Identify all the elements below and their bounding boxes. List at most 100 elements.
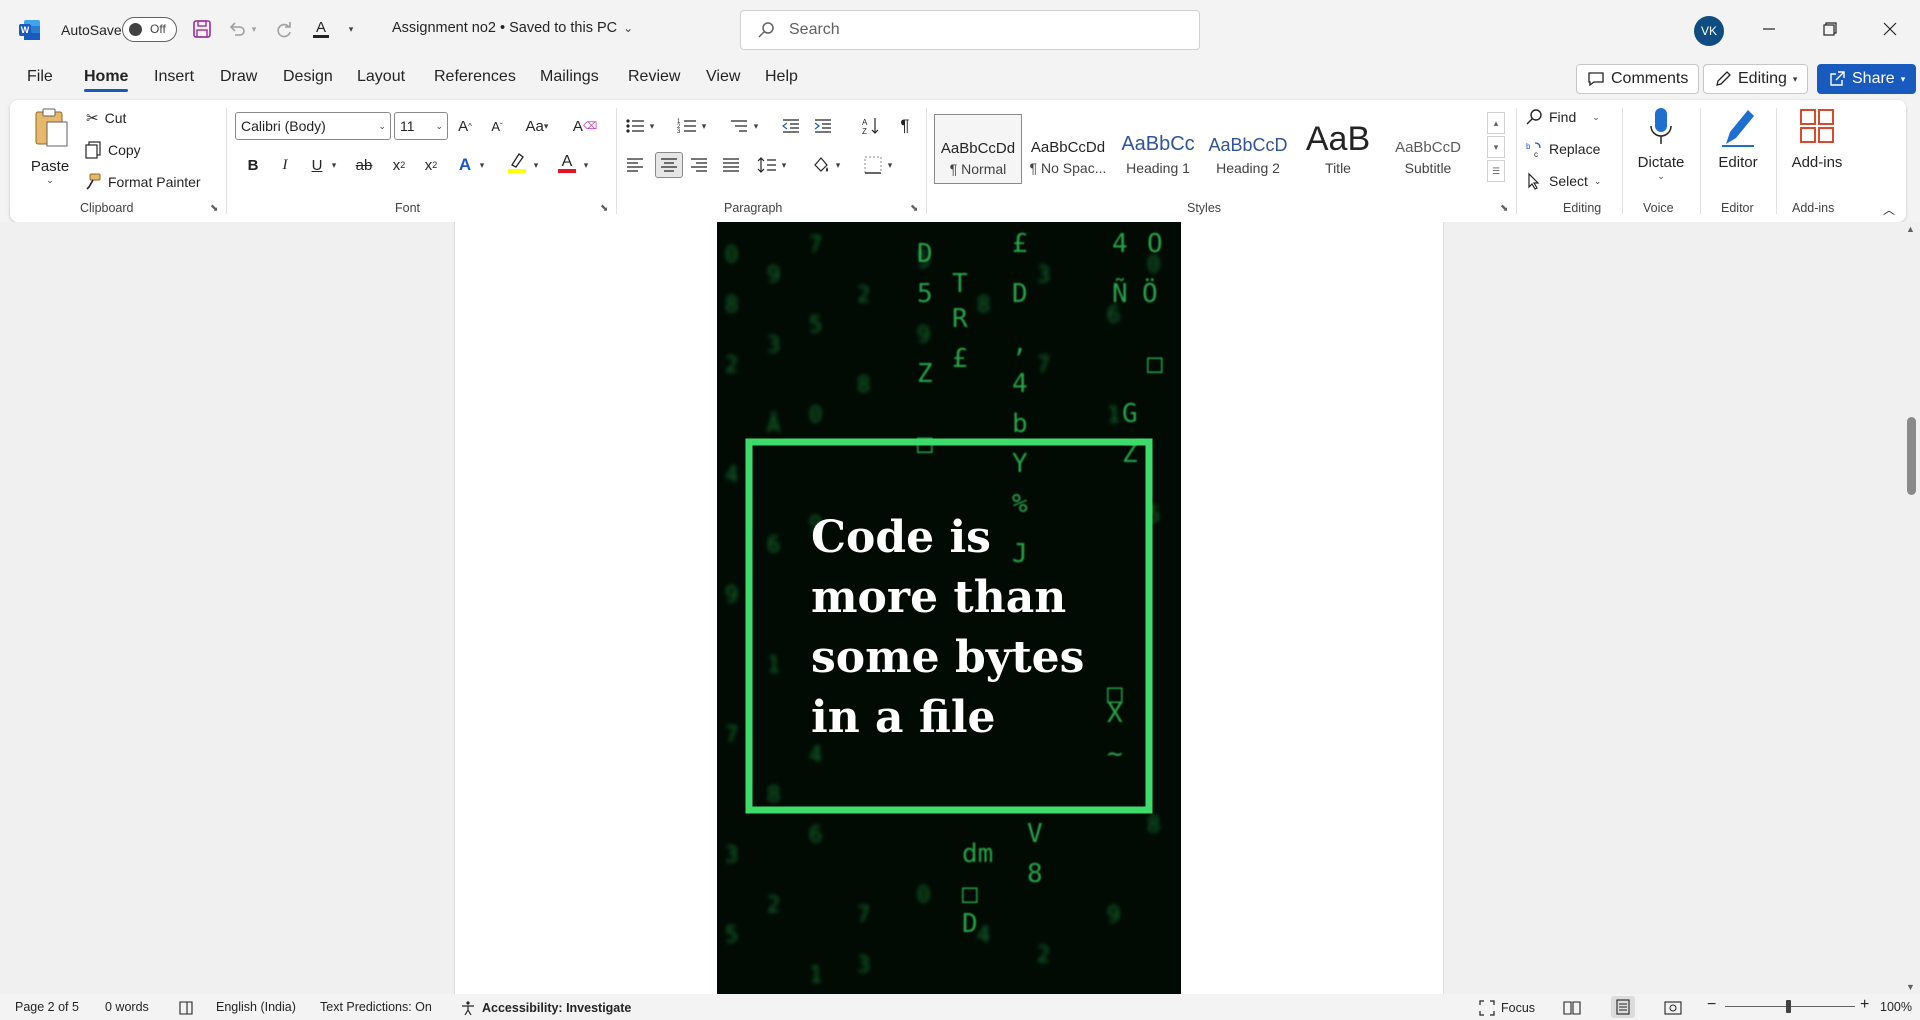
tab-draw[interactable]: Draw [220,68,257,86]
style-subtitle[interactable]: AaBbCcD Subtitle [1384,114,1472,184]
minimize-icon[interactable] [1754,14,1784,44]
numbering-dropdown-icon[interactable]: ▾ [698,115,710,137]
superscript-icon[interactable]: x2 [420,154,442,176]
font-name-combo[interactable]: Calibri (Body) ⌄ [235,112,391,140]
borders-dropdown-icon[interactable]: ▾ [884,154,896,176]
font-size-combo[interactable]: 11 ⌄ [394,112,448,140]
tab-home[interactable]: Home [84,68,129,92]
multilevel-dropdown-icon[interactable]: ▾ [750,115,762,137]
borders-icon[interactable] [862,154,884,176]
zoom-in-icon[interactable]: + [1860,996,1869,1014]
autosave-toggle[interactable]: Off [122,17,177,42]
tab-file[interactable]: File [27,68,53,86]
redo-icon[interactable] [272,17,296,41]
search-input[interactable]: Search [740,10,1200,50]
dialog-launcher-icon[interactable]: ⬊ [600,203,612,215]
find-button[interactable]: Find ⌄ [1525,108,1600,126]
replace-button[interactable]: bc Replace [1525,140,1600,158]
italic-icon[interactable]: I [274,154,296,176]
tab-help[interactable]: Help [765,68,798,86]
avatar[interactable]: VK [1694,16,1724,46]
code-poster-image[interactable]: 0 8 2 4 9 7 3 5 9 3 Ä 6 1 8 2 7 5 0 9 4 6 1 2 8 7 3 5 9 0 8 4 3 7 2… [717,222,1181,994]
print-layout-icon[interactable] [1611,996,1635,1018]
line-spacing-dropdown-icon[interactable]: ▾ [778,154,790,176]
underline-icon[interactable]: U [306,154,328,176]
styles-more-icon[interactable]: ☰ [1487,160,1505,182]
cut-button[interactable]: ✂ Cut [86,109,126,127]
undo-icon[interactable] [225,17,249,41]
align-center-icon[interactable] [655,152,683,178]
tab-mailings[interactable]: Mailings [540,68,599,86]
comments-button[interactable]: Comments [1576,64,1700,94]
justify-icon[interactable] [720,154,742,176]
copy-button[interactable]: Copy [84,141,141,159]
change-case-icon[interactable]: Aa ▾ [520,115,554,137]
word-count[interactable]: 0 words [105,1000,149,1014]
save-icon[interactable] [190,17,214,41]
style-heading-1[interactable]: AaBbCc Heading 1 [1114,114,1202,184]
font-color-icon[interactable]: A [556,152,578,174]
style-no-spacing[interactable]: AaBbCcDd ¶ No Spac... [1024,114,1112,184]
highlight-icon[interactable] [506,152,528,174]
tab-references[interactable]: References [434,68,516,86]
styles-scroll-down-icon[interactable]: ▾ [1487,136,1505,158]
scroll-down-icon[interactable]: ▼ [1906,982,1915,992]
shading-icon[interactable] [810,154,832,176]
dictate-button[interactable]: Dictate ⌄ [1630,106,1692,182]
format-painter-button[interactable]: Format Painter [84,173,201,191]
multilevel-list-icon[interactable] [728,115,750,137]
tab-layout[interactable]: Layout [357,68,405,86]
strikethrough-icon[interactable]: ab [353,154,375,176]
language-indicator[interactable]: English (India) [216,1000,296,1014]
shading-dropdown-icon[interactable]: ▾ [832,154,844,176]
zoom-out-icon[interactable]: − [1707,996,1716,1014]
text-effects-icon[interactable]: A [454,154,476,176]
decrease-indent-icon[interactable] [780,115,802,137]
editor-button[interactable]: Editor [1708,106,1768,171]
pilcrow-icon[interactable]: ¶ [894,115,916,137]
font-color-qat-icon[interactable]: A [309,17,333,41]
styles-scroll-up-icon[interactable]: ▴ [1487,112,1505,134]
zoom-level[interactable]: 100% [1880,1000,1912,1014]
vertical-scrollbar[interactable]: ▲ ▼ [1902,222,1920,994]
tab-view[interactable]: View [706,68,740,86]
page-count[interactable]: Page 2 of 5 [15,1000,79,1014]
align-left-icon[interactable] [624,154,646,176]
customize-qat-icon[interactable]: ▾ [344,17,358,41]
editing-mode-button[interactable]: Editing ▾ [1703,64,1809,94]
sort-icon[interactable]: AZ [860,115,882,137]
tab-design[interactable]: Design [283,68,333,86]
tab-insert[interactable]: Insert [154,68,194,86]
undo-dropdown-icon[interactable]: ▾ [247,17,261,41]
font-color-dropdown-icon[interactable]: ▾ [580,154,592,176]
style-title[interactable]: AaB Title [1294,114,1382,184]
bullets-dropdown-icon[interactable]: ▾ [646,115,658,137]
underline-dropdown-icon[interactable]: ▾ [328,154,340,176]
focus-button[interactable]: Focus [1479,1000,1535,1016]
style-heading-2[interactable]: AaBbCcD Heading 2 [1204,114,1292,184]
dialog-launcher-icon[interactable]: ⬊ [910,203,922,215]
grow-font-icon[interactable]: A ^ [454,115,476,137]
accessibility-status[interactable]: Accessibility: Investigate [460,1000,631,1016]
read-mode-icon[interactable] [1563,1000,1581,1016]
dialog-launcher-icon[interactable]: ⬊ [1500,203,1512,215]
text-effects-dropdown-icon[interactable]: ▾ [476,154,488,176]
subscript-icon[interactable]: x2 [388,154,410,176]
numbering-icon[interactable]: 123 [676,115,698,137]
proofing-icon[interactable] [178,1000,194,1016]
text-predictions-status[interactable]: Text Predictions: On [320,1000,432,1014]
line-spacing-icon[interactable] [756,154,778,176]
share-button[interactable]: Share ▾ [1817,64,1917,94]
select-button[interactable]: Select ⌄ [1525,172,1601,190]
bullets-icon[interactable] [624,115,646,137]
restore-icon[interactable] [1815,14,1845,44]
close-icon[interactable] [1875,14,1905,44]
shrink-font-icon[interactable]: Aˇ [486,115,508,137]
paste-button[interactable]: Paste ⌄ [28,106,72,186]
add-ins-button[interactable]: Add-ins [1782,106,1852,171]
style-normal[interactable]: AaBbCcDd ¶ Normal [934,114,1022,184]
tab-review[interactable]: Review [628,68,680,86]
document-title[interactable]: Assignment no2 • Saved to this PC ⌄ [392,20,633,36]
zoom-slider-thumb[interactable] [1786,1000,1791,1013]
web-layout-icon[interactable] [1664,1000,1682,1016]
